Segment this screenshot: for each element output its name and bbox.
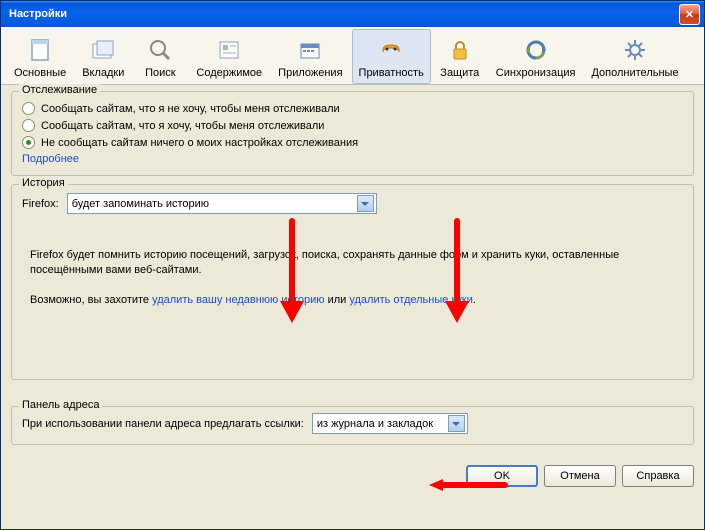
cancel-button[interactable]: Отмена [544, 465, 616, 487]
titlebar: Настройки ✕ [1, 1, 704, 27]
tab-privacy[interactable]: Приватность [352, 29, 431, 84]
tab-tabs[interactable]: Вкладки [75, 29, 131, 84]
tracking-legend: Отслеживание [19, 84, 100, 96]
addressbar-legend: Панель адреса [19, 399, 102, 411]
tracking-opt-do-not-track[interactable]: Сообщать сайтам, что я не хочу, чтобы ме… [22, 102, 683, 115]
history-label: Firefox: [22, 198, 59, 210]
tab-advanced[interactable]: Дополнительные [584, 29, 685, 84]
tracking-opt-no-pref[interactable]: Не сообщать сайтам ничего о моих настрой… [22, 136, 683, 149]
radio-label: Сообщать сайтам, что я не хочу, чтобы ме… [41, 103, 340, 115]
radio-label: Сообщать сайтам, что я хочу, чтобы меня … [41, 120, 324, 132]
tab-applications[interactable]: Приложения [271, 29, 349, 84]
tab-content[interactable]: Содержимое [189, 29, 269, 84]
applications-icon [294, 34, 326, 65]
select-value: из журнала и закладок [317, 418, 433, 430]
content-icon [213, 34, 245, 65]
tab-general[interactable]: Основные [7, 29, 73, 84]
radio-label: Не сообщать сайтам ничего о моих настрой… [41, 137, 358, 149]
close-icon: ✕ [685, 8, 694, 21]
tab-search[interactable]: Поиск [133, 29, 187, 84]
tracking-group: Отслеживание Сообщать сайтам, что я не х… [11, 91, 694, 176]
tab-sync[interactable]: Синхронизация [489, 29, 583, 84]
history-mode-select[interactable]: будет запоминать историю [67, 193, 377, 214]
history-desc-text: Firefox будет помнить историю посещений,… [30, 248, 675, 279]
radio-icon [22, 119, 35, 132]
general-icon [24, 34, 56, 65]
dialog-buttons: OK Отмена Справка [1, 459, 704, 495]
tracking-opt-allow-track[interactable]: Сообщать сайтам, что я хочу, чтобы меня … [22, 119, 683, 132]
radio-icon [22, 102, 35, 115]
search-icon [144, 34, 176, 65]
history-group: История Firefox: будет запоминать истори… [11, 184, 694, 380]
radio-icon [22, 136, 35, 149]
addressbar-suggest-select[interactable]: из журнала и закладок [312, 413, 468, 434]
toolbar: Основные Вкладки Поиск Содержимое Прилож… [1, 27, 704, 85]
gear-icon [619, 34, 651, 65]
chevron-down-icon [357, 195, 374, 212]
chevron-down-icon [448, 415, 465, 432]
content-area: Отслеживание Сообщать сайтам, что я не х… [1, 85, 704, 459]
history-links-line: Возможно, вы захотите удалить вашу недав… [30, 293, 675, 308]
history-description: Firefox будет помнить историю посещений,… [22, 228, 683, 330]
history-legend: История [19, 177, 68, 189]
clear-recent-history-link[interactable]: удалить вашу недавнюю историю [152, 294, 324, 306]
sync-icon [520, 34, 552, 65]
window-title: Настройки [9, 8, 679, 20]
help-button[interactable]: Справка [622, 465, 694, 487]
close-button[interactable]: ✕ [679, 4, 700, 25]
addressbar-label: При использовании панели адреса предлага… [22, 418, 304, 430]
tab-security[interactable]: Защита [433, 29, 487, 84]
security-icon [444, 34, 476, 65]
tabs-icon [87, 34, 119, 65]
ok-button[interactable]: OK [466, 465, 538, 487]
clear-cookies-link[interactable]: удалить отдельные куки [349, 294, 472, 306]
tracking-more-link[interactable]: Подробнее [22, 153, 79, 165]
select-value: будет запоминать историю [72, 198, 209, 210]
privacy-icon [375, 34, 407, 65]
addressbar-group: Панель адреса При использовании панели а… [11, 406, 694, 445]
